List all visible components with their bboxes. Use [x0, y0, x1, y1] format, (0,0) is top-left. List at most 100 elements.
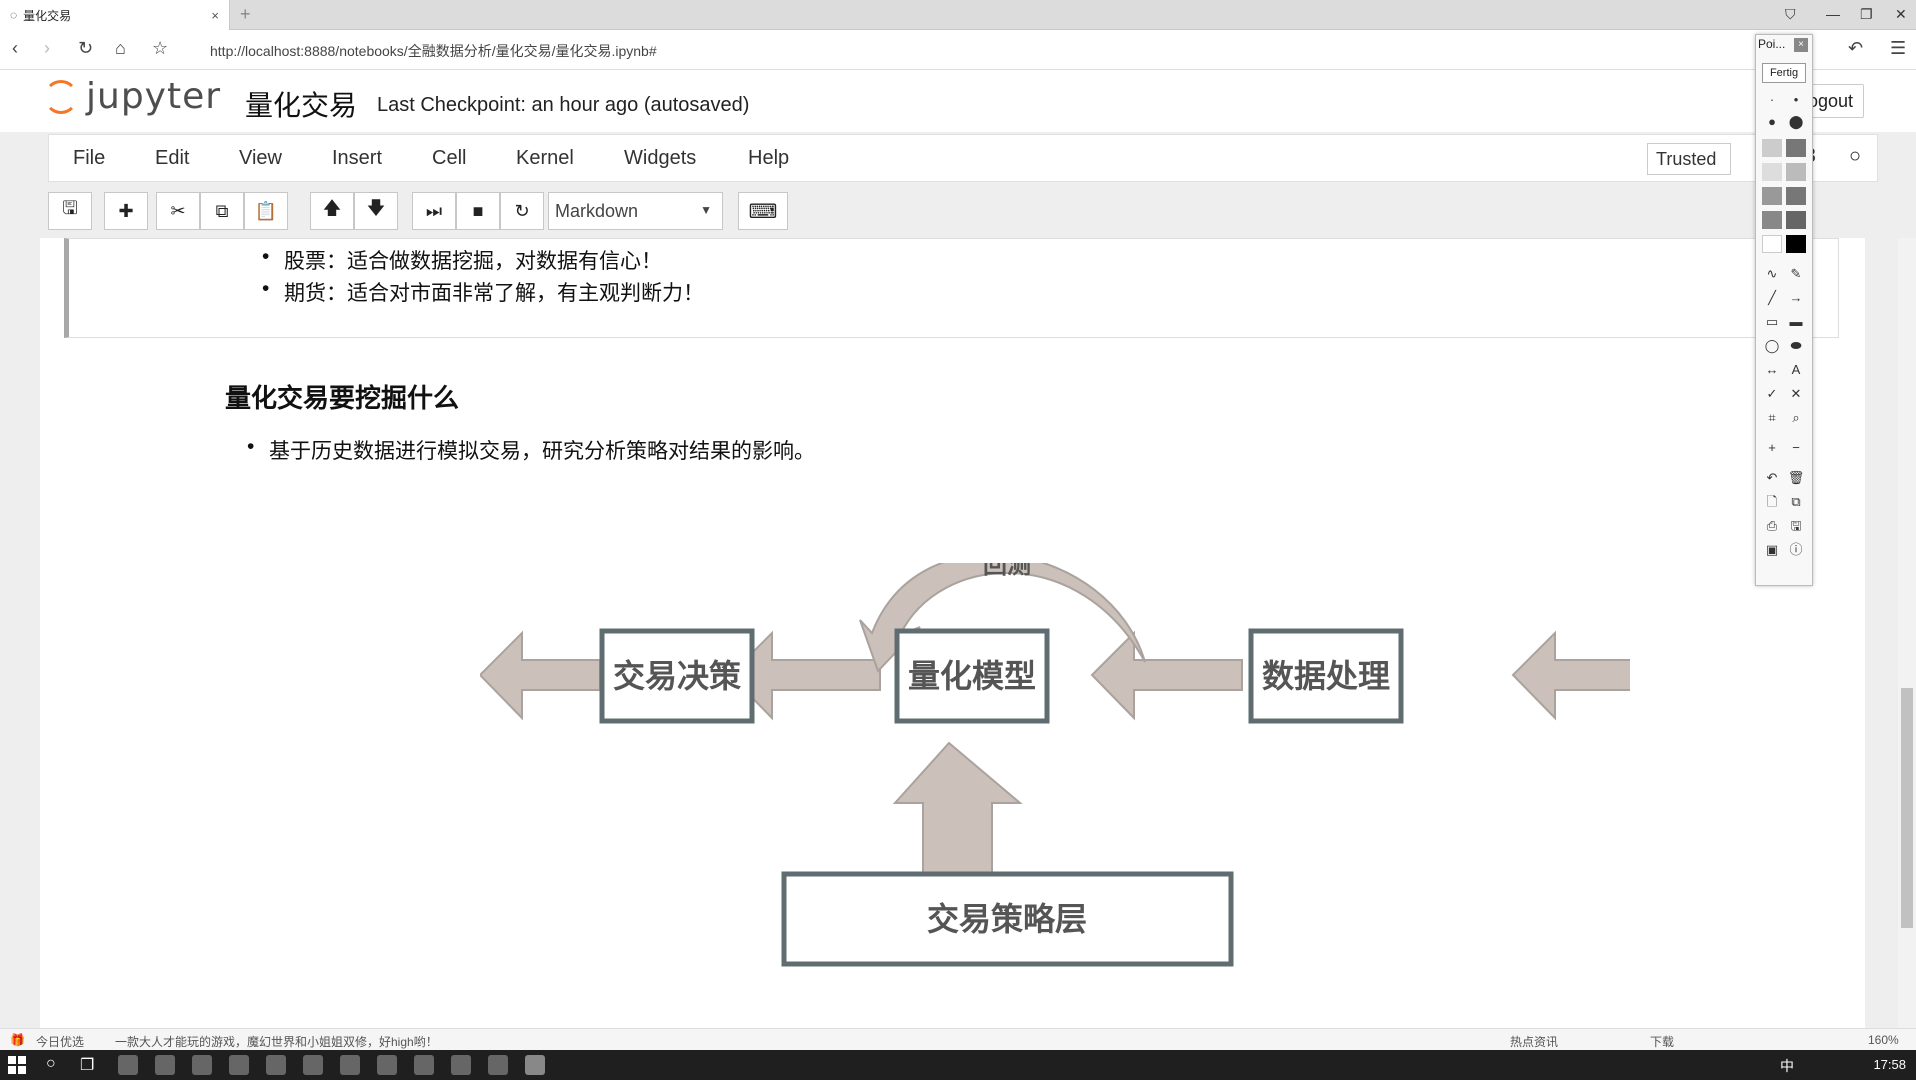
- windows-start-icon[interactable]: [8, 1056, 26, 1074]
- cut-button[interactable]: ✂: [156, 192, 200, 230]
- status-news[interactable]: 一款大人才能玩的游戏，魔幻世界和小姐姐双修，好high哟！: [115, 1033, 438, 1050]
- status-zoom[interactable]: 160%: [1868, 1033, 1899, 1047]
- taskbar-app-icon[interactable]: [266, 1055, 286, 1075]
- freehand-icon[interactable]: ∿: [1762, 265, 1782, 283]
- rectangle-icon[interactable]: ▭: [1762, 313, 1782, 331]
- shade-1-icon[interactable]: [1762, 139, 1782, 157]
- taskbar-app-icon[interactable]: [192, 1055, 212, 1075]
- restore-icon[interactable]: ❐: [1860, 6, 1873, 23]
- menu-insert[interactable]: Insert: [332, 147, 382, 170]
- white-color-icon[interactable]: [1762, 235, 1782, 253]
- command-palette-button[interactable]: ⌨: [738, 192, 788, 230]
- taskbar-clock[interactable]: 17:58: [1873, 1057, 1906, 1072]
- undo-icon[interactable]: ↶: [1762, 469, 1782, 487]
- undo-icon[interactable]: ↶: [1848, 38, 1863, 59]
- scrollbar-thumb[interactable]: [1901, 688, 1913, 928]
- zoom-icon[interactable]: ⌕: [1786, 409, 1806, 427]
- run-button[interactable]: ⏭: [412, 192, 456, 230]
- print-icon[interactable]: ⎙: [1762, 517, 1782, 535]
- page-scrollbar[interactable]: [1898, 238, 1916, 1028]
- medium-dot-icon[interactable]: •: [1786, 91, 1806, 109]
- shade-8-icon[interactable]: [1786, 211, 1806, 229]
- trusted-indicator[interactable]: Trusted: [1647, 143, 1731, 175]
- filled-ellipse-icon[interactable]: ⬬: [1786, 337, 1806, 355]
- browser-tab-active[interactable]: ◌ 量化交易 ×: [0, 0, 230, 30]
- menu-edit[interactable]: Edit: [155, 147, 189, 170]
- copy-page-icon[interactable]: ⧉: [1786, 493, 1806, 511]
- cortana-icon[interactable]: ○: [46, 1055, 56, 1073]
- menu-file[interactable]: File: [73, 147, 105, 170]
- forward-icon[interactable]: ›: [44, 38, 50, 59]
- taskbar-app-icon[interactable]: [229, 1055, 249, 1075]
- large-dot-icon[interactable]: ●: [1762, 113, 1782, 131]
- check-icon[interactable]: ✓: [1762, 385, 1782, 403]
- arrow-tool-icon[interactable]: →: [1786, 289, 1806, 307]
- palette-done-button[interactable]: Fertig: [1762, 63, 1806, 83]
- taskbar-app-icon[interactable]: [377, 1055, 397, 1075]
- bookmark-star-icon[interactable]: ☆: [152, 38, 168, 59]
- palette-close-icon[interactable]: ×: [1794, 38, 1808, 52]
- task-view-icon[interactable]: ❐: [80, 1055, 94, 1075]
- status-left-label[interactable]: 今日优选: [36, 1033, 84, 1050]
- shade-2-icon[interactable]: [1786, 139, 1806, 157]
- gift-icon[interactable]: 🎁: [10, 1033, 25, 1047]
- small-dot-icon[interactable]: ·: [1762, 91, 1782, 109]
- move-down-button[interactable]: 🡇: [354, 192, 398, 230]
- menu-view[interactable]: View: [239, 147, 282, 170]
- xl-dot-icon[interactable]: ⬤: [1786, 113, 1806, 131]
- paste-button[interactable]: 📋: [244, 192, 288, 230]
- shade-7-icon[interactable]: [1762, 211, 1782, 229]
- taskbar-app-icon[interactable]: [155, 1055, 175, 1075]
- jupyter-logo[interactable]: jupyter: [44, 76, 221, 117]
- cross-icon[interactable]: ✕: [1786, 385, 1806, 403]
- move-up-button[interactable]: 🡅: [310, 192, 354, 230]
- markdown-cell-selected[interactable]: 股票：适合做数据挖掘，对数据有信心！ 期货：适合对市面非常了解，有主观判断力！: [64, 238, 1839, 338]
- minus-icon[interactable]: −: [1786, 439, 1806, 457]
- taskbar-app-icon[interactable]: [303, 1055, 323, 1075]
- taskbar-app-icon[interactable]: [340, 1055, 360, 1075]
- taskbar-app-icon[interactable]: [414, 1055, 434, 1075]
- ellipse-icon[interactable]: ◯: [1762, 337, 1782, 355]
- taskbar-app-icon[interactable]: [488, 1055, 508, 1075]
- filled-rectangle-icon[interactable]: ▬: [1786, 313, 1806, 331]
- notebook-title[interactable]: 量化交易: [245, 84, 357, 124]
- taskbar-app-icon[interactable]: [118, 1055, 138, 1075]
- save-button[interactable]: 🖫: [48, 192, 92, 230]
- shade-3-icon[interactable]: [1762, 163, 1782, 181]
- shirt-icon[interactable]: ⛉: [1785, 6, 1796, 23]
- menu-cell[interactable]: Cell: [432, 147, 466, 170]
- text-tool-icon[interactable]: A: [1786, 361, 1806, 379]
- double-arrow-icon[interactable]: ↔: [1762, 361, 1782, 379]
- plus-icon[interactable]: +: [1762, 439, 1782, 457]
- save-disk-icon[interactable]: 🖫: [1786, 517, 1806, 535]
- shade-5-icon[interactable]: [1762, 187, 1782, 205]
- shade-6-icon[interactable]: [1786, 187, 1806, 205]
- tab-close-icon[interactable]: ×: [211, 8, 219, 23]
- info-icon[interactable]: ⓘ: [1786, 541, 1806, 559]
- new-tab-button[interactable]: +: [240, 4, 251, 25]
- taskbar-app-icon-active[interactable]: [525, 1055, 545, 1075]
- cell-type-select[interactable]: Markdown ▼: [548, 192, 723, 230]
- interrupt-button[interactable]: ■: [456, 192, 500, 230]
- minimize-icon[interactable]: —: [1826, 6, 1840, 22]
- menu-kernel[interactable]: Kernel: [516, 147, 574, 170]
- copy-button[interactable]: ⧉: [200, 192, 244, 230]
- trash-icon[interactable]: 🗑: [1786, 469, 1806, 487]
- ime-language[interactable]: 中: [1780, 1056, 1794, 1076]
- black-color-icon[interactable]: [1786, 235, 1806, 253]
- menu-icon[interactable]: ☰: [1890, 38, 1906, 59]
- close-window-icon[interactable]: ✕: [1895, 6, 1907, 23]
- url-field[interactable]: http://localhost:8888/notebooks/全融数据分析/量…: [210, 41, 657, 61]
- menu-help[interactable]: Help: [748, 147, 789, 170]
- taskbar-app-icon[interactable]: [451, 1055, 471, 1075]
- pen-icon[interactable]: ✎: [1786, 265, 1806, 283]
- crop-icon[interactable]: ⌗: [1762, 409, 1782, 427]
- reload-icon[interactable]: ↻: [78, 38, 93, 59]
- status-hot-news[interactable]: 热点资讯: [1510, 1033, 1558, 1050]
- back-icon[interactable]: ‹: [12, 38, 18, 59]
- new-page-icon[interactable]: 🗋: [1762, 493, 1782, 511]
- menu-widgets[interactable]: Widgets: [624, 147, 696, 170]
- restart-button[interactable]: ↻: [500, 192, 544, 230]
- status-download[interactable]: 下载: [1650, 1033, 1674, 1050]
- home-icon[interactable]: ⌂: [115, 38, 126, 59]
